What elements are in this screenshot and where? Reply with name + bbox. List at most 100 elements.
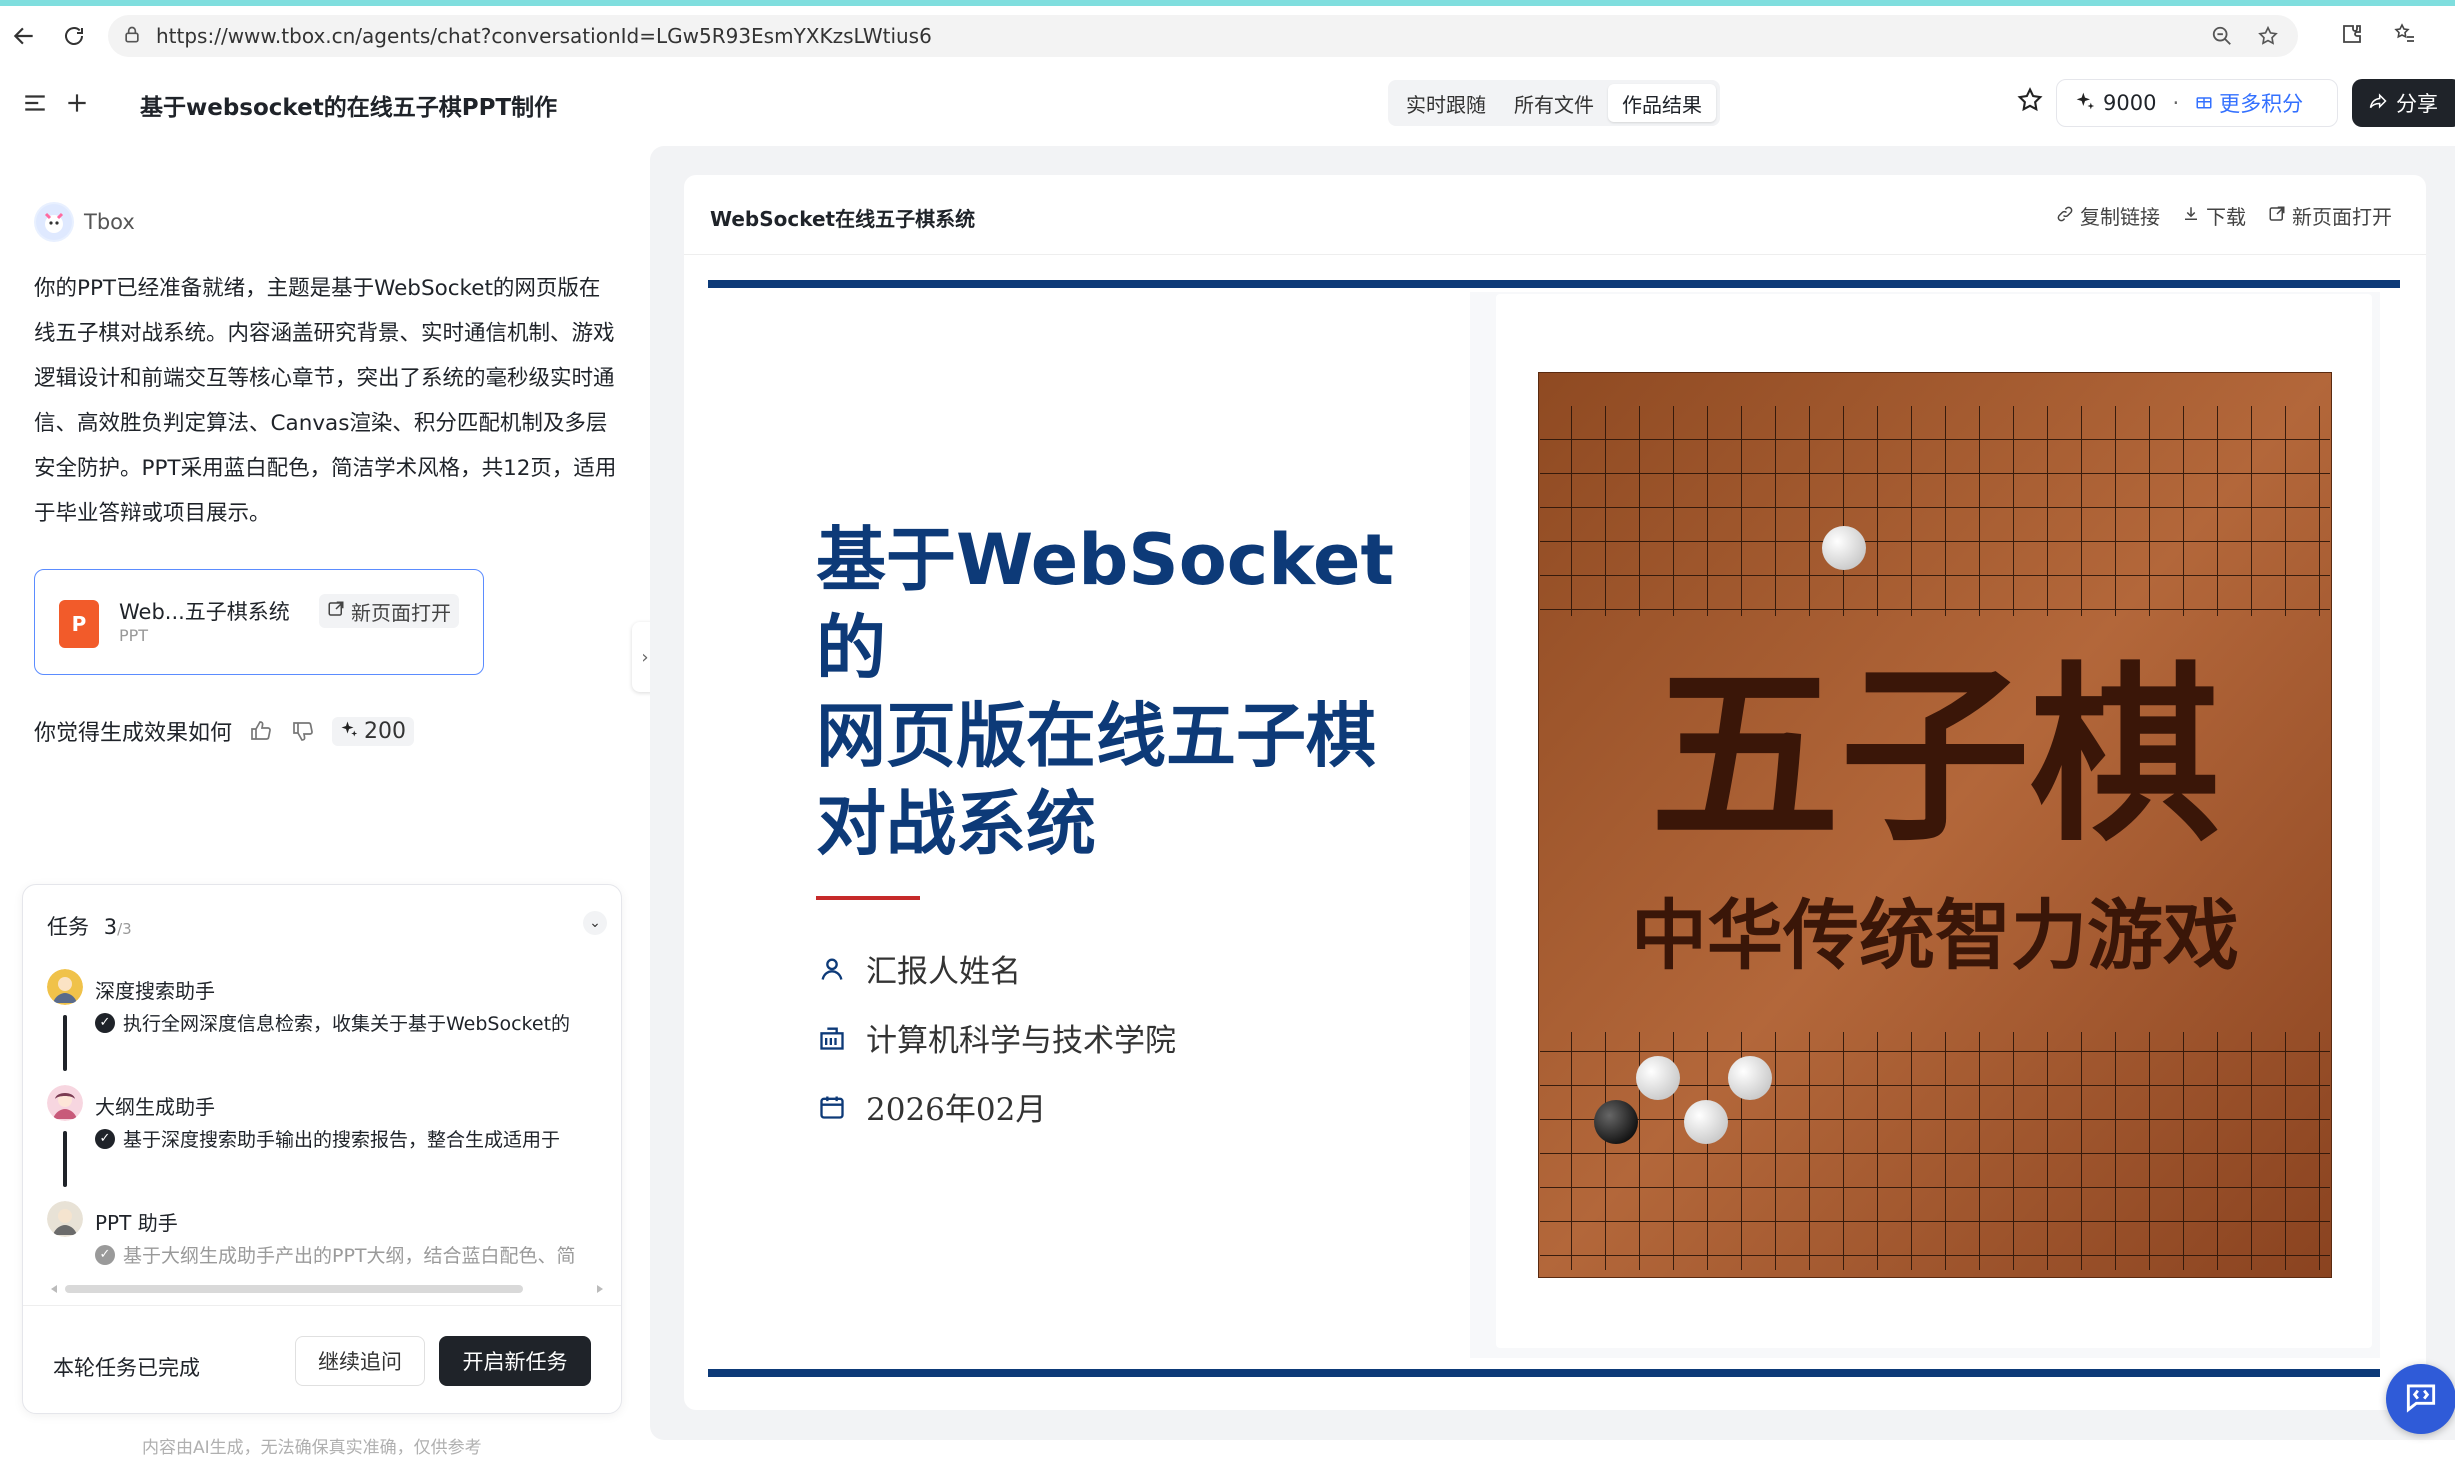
college-name: 计算机科学与技术学院 [866, 1023, 1176, 1059]
gomoku-board-image: 五子棋 中华传统智力游戏 [1538, 372, 2332, 1278]
reload-icon[interactable] [56, 18, 92, 54]
task-description: ✓ 基于大纲生成助手产出的PPT大纲，结合蓝白配色、简 [95, 1241, 576, 1268]
slide-title-line: 对战系统 [816, 783, 1096, 865]
url-text: https://www.tbox.cn/agents/chat?conversa… [156, 24, 932, 48]
agent-avatar [47, 1085, 83, 1121]
task-panel-header: 任务 3/3 [47, 911, 132, 941]
preview-actions: 复制链接 下载 新页面打开 [2056, 201, 2392, 230]
favorites-icon[interactable] [2392, 22, 2416, 46]
agent-avatar [47, 969, 83, 1005]
task-title: 任务 [47, 915, 89, 939]
task-desc-text: 执行全网深度信息检索，收集关于基于WebSocket的 [123, 1013, 571, 1035]
feedback-prompt: 你觉得生成效果如何 [34, 721, 233, 746]
file-open-label: 新页面打开 [351, 600, 451, 625]
tab-realtime[interactable]: 实时跟随 [1392, 84, 1500, 122]
task-total: /3 [117, 920, 132, 938]
new-chat-plus-icon[interactable] [64, 90, 90, 116]
ppt-file-card[interactable]: P Web...五子棋系统 PPT 新页面打开 [34, 569, 484, 675]
ppt-slide: 基于WebSocket 的 网页版在线五子棋 对战系统 汇报人姓名 计算机科学与… [708, 280, 2400, 1380]
thumbs-up-icon[interactable] [248, 718, 274, 744]
points-widget: 9000 · 更多积分 [2056, 79, 2338, 127]
zoom-icon[interactable] [2210, 24, 2234, 48]
open-new-label: 新页面打开 [2292, 205, 2392, 229]
title-underline [816, 896, 920, 900]
sparkle-icon [2075, 91, 2095, 116]
bot-message: 你的PPT已经准备就绪，主题是基于WebSocket的网页版在线五子棋对战系统。… [34, 276, 617, 526]
slide-title-line: 基于WebSocket [816, 519, 1394, 601]
check-icon: ✓ [95, 1012, 115, 1033]
copy-link-button[interactable]: 复制链接 [2056, 201, 2160, 230]
gift-icon [2195, 91, 2213, 115]
link-icon [2056, 204, 2074, 228]
file-open-new-page-button[interactable]: 新页面打开 [319, 594, 459, 628]
building-icon [816, 1022, 848, 1054]
task-footer: 本轮任务已完成 继续追问 开启新任务 [23, 1305, 621, 1413]
points-value: 9000 [2103, 91, 2157, 115]
slide-bottom-bar [708, 1369, 2380, 1377]
follow-up-button[interactable]: 继续追问 [295, 1336, 425, 1386]
feedback-points-badge: 200 [332, 716, 415, 746]
download-button[interactable]: 下载 [2182, 201, 2246, 230]
tab-results[interactable]: 作品结果 [1608, 84, 1716, 122]
preview-title: WebSocket在线五子棋系统 [710, 207, 976, 231]
white-stone [1822, 526, 1866, 570]
preview-header: WebSocket在线五子棋系统 复制链接 下载 新页面打开 [684, 175, 2426, 255]
browser-toolbar: https://www.tbox.cn/agents/chat?conversa… [0, 0, 2455, 62]
code-assistant-fab[interactable] [2386, 1364, 2455, 1434]
reporter-name: 汇报人姓名 [866, 954, 1021, 990]
share-icon [2368, 91, 2388, 116]
white-stone [1636, 1056, 1680, 1100]
white-stone [1728, 1056, 1772, 1100]
bot-header: Tbox [34, 202, 135, 242]
tab-all-files[interactable]: 所有文件 [1500, 84, 1608, 122]
favorite-star-icon[interactable] [2016, 86, 2046, 116]
site-info-icon[interactable] [122, 25, 144, 47]
board-big-text: 五子棋 [1650, 644, 2220, 867]
download-icon [2182, 204, 2200, 228]
task-desc-text: 基于大纲生成助手产出的PPT大纲，结合蓝白配色、简 [123, 1245, 576, 1267]
agent-name: PPT 助手 [95, 1211, 178, 1235]
sparkle-icon [340, 719, 358, 744]
horizontal-scrollbar[interactable] [47, 1281, 607, 1295]
share-label: 分享 [2396, 92, 2438, 116]
calendar-icon [816, 1091, 848, 1123]
open-new-page-button[interactable]: 新页面打开 [2268, 201, 2392, 230]
ai-disclaimer: 内容由AI生成，无法确保真实准确，仅供参考 [142, 1438, 482, 1458]
task-desc-text: 基于深度搜索助手输出的搜索报告，整合生成适用于 [123, 1129, 561, 1151]
download-label: 下载 [2206, 205, 2246, 229]
extensions-icon[interactable] [2340, 22, 2364, 46]
agent-name: 深度搜索助手 [95, 979, 215, 1003]
slide-date: 2026年02月 [866, 1092, 1047, 1128]
menu-icon[interactable] [22, 90, 48, 116]
black-stone [1594, 1100, 1638, 1144]
check-icon: ✓ [95, 1128, 115, 1149]
college-row: 计算机科学与技术学院 [816, 1015, 1176, 1060]
more-points-label: 更多积分 [2219, 92, 2304, 116]
back-icon[interactable] [6, 18, 42, 54]
more-points-link[interactable]: 更多积分 [2195, 88, 2303, 118]
slide-top-bar [708, 280, 2400, 288]
white-stone [1684, 1100, 1728, 1144]
address-bar[interactable]: https://www.tbox.cn/agents/chat?conversa… [108, 15, 2298, 57]
bookmark-star-icon[interactable] [2256, 24, 2280, 48]
ppt-file-icon: P [59, 600, 99, 648]
thumbs-down-icon[interactable] [290, 718, 316, 744]
code-bubble-icon [2402, 1378, 2440, 1420]
agent-avatar [47, 1201, 83, 1237]
reporter-row: 汇报人姓名 [816, 946, 1021, 991]
feedback-points-value: 200 [364, 718, 407, 744]
file-name: Web...五子棋系统 [119, 600, 290, 624]
date-row: 2026年02月 [816, 1084, 1046, 1129]
task-done-count: 3 [103, 915, 118, 939]
points-separator: · [2172, 91, 2180, 115]
slide-title-line: 网页版在线五子棋 [816, 695, 1376, 777]
share-button[interactable]: 分享 [2352, 79, 2455, 127]
bot-name: Tbox [84, 210, 135, 234]
timeline-line [63, 1015, 67, 1071]
conversation-title: 基于websocket的在线五子棋PPT制作 [140, 95, 558, 121]
new-task-button[interactable]: 开启新任务 [439, 1336, 591, 1386]
chevron-down-icon[interactable]: ⌄ [583, 911, 607, 935]
check-icon: ✓ [95, 1244, 115, 1265]
user-icon [816, 953, 848, 985]
task-description: ✓ 执行全网深度信息检索，收集关于基于WebSocket的 [95, 1009, 570, 1036]
